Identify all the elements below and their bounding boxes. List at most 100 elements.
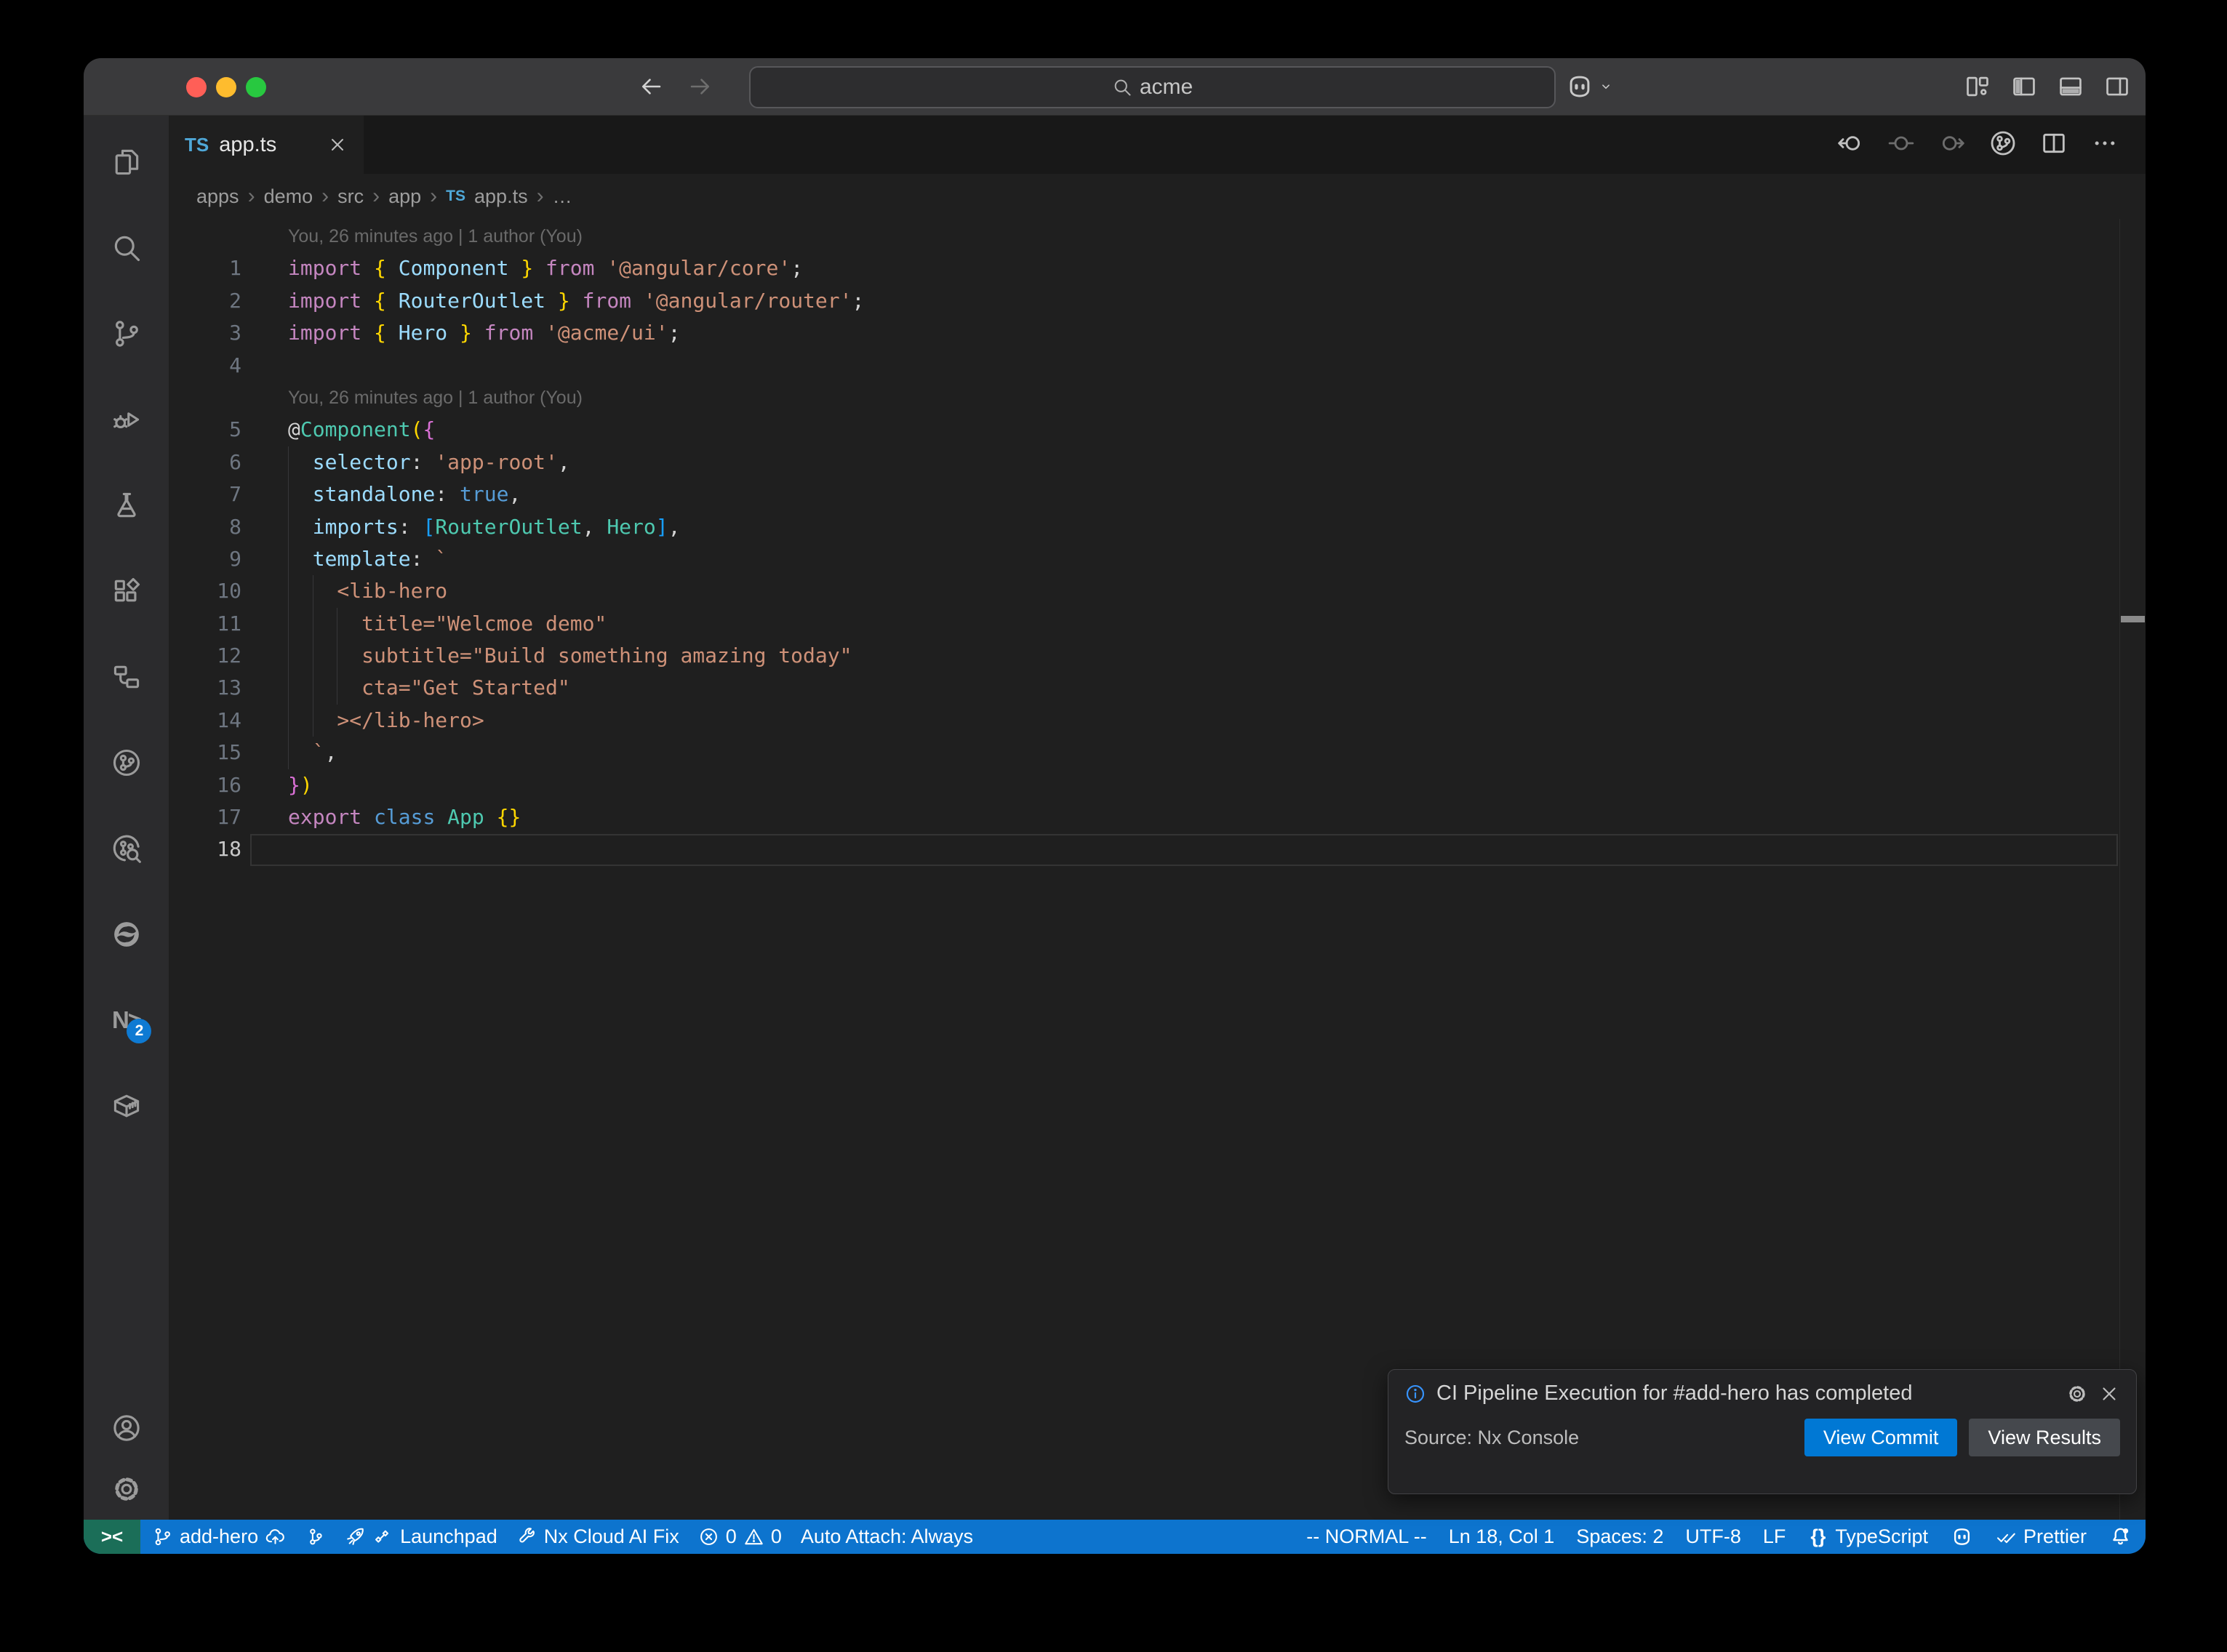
status-item-indentation[interactable]: Spaces: 2	[1576, 1525, 1663, 1548]
activity-item-manage[interactable]	[84, 1459, 169, 1520]
minimize-window-button[interactable]	[216, 77, 236, 97]
close-tab-icon[interactable]	[327, 135, 348, 155]
toggle-panel-button[interactable]	[2057, 73, 2084, 104]
breadcrumb-segment[interactable]: app	[388, 185, 421, 208]
line-number[interactable]: 14	[169, 705, 241, 737]
status-item-nx-cloud-ai-fix[interactable]: Nx Cloud AI Fix	[516, 1525, 679, 1548]
activity-item-edge-tools[interactable]	[84, 891, 169, 977]
code-editor[interactable]: You, 26 minutes ago | 1 author (You)1imp…	[169, 219, 2146, 1520]
activity-item-accounts[interactable]	[84, 1398, 169, 1459]
status-item-git-branch[interactable]: add-hero	[152, 1525, 286, 1548]
status-item-notifications[interactable]	[2108, 1525, 2132, 1549]
breadcrumb-file[interactable]: app.ts	[474, 185, 528, 208]
code-line-14[interactable]: 14 ></lib-hero>	[169, 705, 2146, 737]
status-item-eol[interactable]: LF	[1763, 1525, 1786, 1548]
line-number[interactable]: 4	[169, 350, 241, 382]
line-number[interactable]: 13	[169, 672, 241, 704]
status-item-cursor-position[interactable]: Ln 18, Col 1	[1449, 1525, 1555, 1548]
current-change-button[interactable]	[1887, 129, 1916, 161]
activity-item-source-control[interactable]	[84, 291, 169, 377]
line-number[interactable]: 2	[169, 285, 241, 317]
notification-settings-gear-icon[interactable]	[2066, 1383, 2088, 1405]
files-icon	[111, 146, 143, 178]
navigate-forward-icon[interactable]	[687, 73, 713, 100]
breadcrumb-symbol[interactable]: …	[553, 185, 572, 208]
status-item-copilot-status[interactable]	[1950, 1525, 1974, 1549]
view-results-button[interactable]: View Results	[1969, 1419, 2120, 1456]
activity-item-nx-console[interactable]: N>2	[84, 977, 169, 1063]
code-line-10[interactable]: 10 <lib-hero	[169, 575, 2146, 607]
code-line-16[interactable]: 16})	[169, 769, 2146, 801]
code-line-3[interactable]: 3import { Hero } from '@acme/ui';	[169, 317, 2146, 349]
code-line-18[interactable]: 18	[169, 833, 2146, 865]
remote-indicator[interactable]: ><	[84, 1520, 140, 1554]
close-window-button[interactable]	[186, 77, 207, 97]
tab-app-ts[interactable]: TS app.ts	[169, 116, 364, 174]
code-line-2[interactable]: 2import { RouterOutlet } from '@angular/…	[169, 285, 2146, 317]
line-number[interactable]: 6	[169, 446, 241, 478]
code-line-8[interactable]: 8 imports: [RouterOutlet, Hero],	[169, 511, 2146, 543]
line-number[interactable]: 18	[169, 833, 241, 865]
status-item-vim-mode[interactable]: -- NORMAL --	[1306, 1525, 1426, 1548]
breadcrumb-segment[interactable]: demo	[264, 185, 313, 208]
breadcrumb-segment[interactable]: apps	[196, 185, 239, 208]
status-item-launchpad[interactable]: Launchpad	[345, 1525, 497, 1548]
code-line-17[interactable]: 17export class App {}	[169, 801, 2146, 833]
code-line-15[interactable]: 15 `,	[169, 737, 2146, 769]
status-item-auto-attach[interactable]: Auto Attach: Always	[801, 1525, 973, 1548]
status-item-problems[interactable]: 00	[698, 1525, 782, 1548]
toggle-primary-sidebar-button[interactable]	[2010, 73, 2038, 104]
code-line-11[interactable]: 11 title="Welcmoe demo"	[169, 608, 2146, 640]
previous-change-button[interactable]	[1836, 129, 1865, 161]
zoom-window-button[interactable]	[246, 77, 266, 97]
activity-item-project-details[interactable]	[84, 634, 169, 720]
command-center-search[interactable]: acme	[749, 66, 1556, 108]
code-line-6[interactable]: 6 selector: 'app-root',	[169, 446, 2146, 478]
activity-item-containers[interactable]	[84, 1063, 169, 1149]
status-item-commit-graph[interactable]	[305, 1526, 326, 1547]
line-number[interactable]: 7	[169, 478, 241, 510]
status-item-language-mode[interactable]: {}TypeScript	[1807, 1525, 1928, 1548]
view-commit-button[interactable]: View Commit	[1804, 1419, 1958, 1456]
status-item-formatter[interactable]: Prettier	[1996, 1525, 2087, 1548]
notification-close-icon[interactable]	[2098, 1383, 2120, 1405]
activity-item-gitlens-inspect[interactable]	[84, 806, 169, 891]
commit-graph-button[interactable]	[1988, 129, 2018, 161]
line-number[interactable]: 11	[169, 608, 241, 640]
toggle-secondary-sidebar-button[interactable]	[2103, 73, 2131, 104]
line-number[interactable]: 8	[169, 511, 241, 543]
code-line-13[interactable]: 13 cta="Get Started"	[169, 672, 2146, 704]
code-line-1[interactable]: 1import { Component } from '@angular/cor…	[169, 252, 2146, 284]
notification-toast: CI Pipeline Execution for #add-hero has …	[1388, 1369, 2137, 1494]
next-change-button[interactable]	[1938, 129, 1967, 161]
code-line-7[interactable]: 7 standalone: true,	[169, 478, 2146, 510]
line-number[interactable]: 10	[169, 575, 241, 607]
line-number[interactable]: 17	[169, 801, 241, 833]
line-number[interactable]: 12	[169, 640, 241, 672]
breadcrumb-segment[interactable]: src	[337, 185, 364, 208]
code-line-12[interactable]: 12 subtitle="Build something amazing tod…	[169, 640, 2146, 672]
status-item-encoding[interactable]: UTF-8	[1685, 1525, 1741, 1548]
line-number[interactable]: 16	[169, 769, 241, 801]
activity-item-explorer[interactable]	[84, 119, 169, 205]
copilot-menu[interactable]	[1564, 71, 1614, 102]
code-line-9[interactable]: 9 template: `	[169, 543, 2146, 575]
overview-ruler[interactable]	[2119, 219, 2146, 1520]
line-number[interactable]: 3	[169, 317, 241, 349]
activity-item-testing[interactable]	[84, 462, 169, 548]
activity-item-run-and-debug[interactable]	[84, 377, 169, 462]
activity-item-search[interactable]	[84, 205, 169, 291]
activity-item-extensions[interactable]	[84, 548, 169, 634]
navigate-back-icon[interactable]	[638, 73, 664, 100]
line-number[interactable]: 9	[169, 543, 241, 575]
code-line-4[interactable]: 4	[169, 350, 2146, 382]
split-editor-button[interactable]	[2039, 129, 2068, 161]
code-line-5[interactable]: 5@Component({	[169, 414, 2146, 446]
line-number[interactable]: 1	[169, 252, 241, 284]
line-number[interactable]: 15	[169, 737, 241, 769]
customize-layout-button[interactable]	[1964, 73, 1991, 104]
flow-boxes-icon	[111, 661, 143, 693]
more-actions-button[interactable]	[2090, 129, 2119, 161]
line-number[interactable]: 5	[169, 414, 241, 446]
activity-item-gitlens[interactable]	[84, 720, 169, 806]
